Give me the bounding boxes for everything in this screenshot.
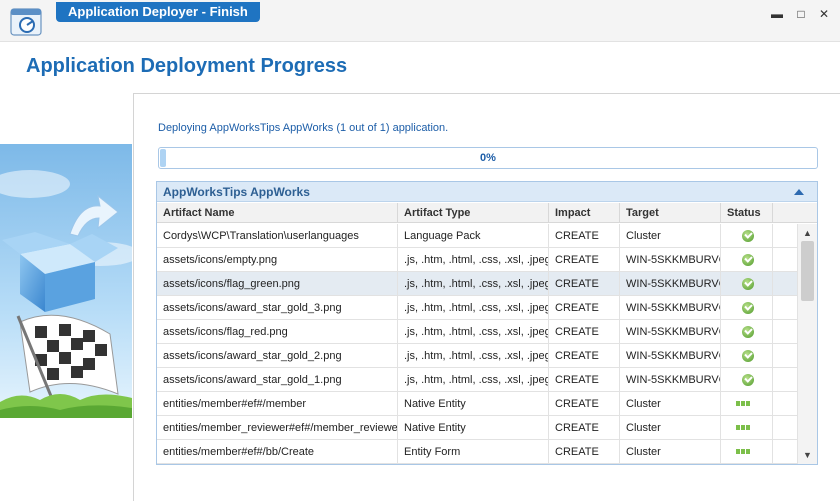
deployment-progress-bar: 0% xyxy=(158,147,818,169)
check-circle-icon xyxy=(742,230,754,242)
artifact-name-cell: assets/icons/flag_green.png xyxy=(157,272,398,296)
table-row[interactable]: assets/icons/empty.png .js, .htm, .html, … xyxy=(157,248,797,272)
target-cell: WIN-5SKKMBURVO xyxy=(620,296,721,320)
table-row[interactable]: assets/icons/flag_red.png .js, .htm, .htm… xyxy=(157,320,797,344)
check-circle-icon xyxy=(742,350,754,362)
minimize-button[interactable]: ▬ xyxy=(770,7,784,21)
status-cell xyxy=(721,440,773,464)
target-cell: WIN-5SKKMBURVO xyxy=(620,368,721,392)
table-row[interactable]: assets/icons/award_star_gold_3.png .js, .… xyxy=(157,296,797,320)
progress-bars-icon xyxy=(736,449,750,454)
close-button[interactable]: ✕ xyxy=(817,7,831,21)
target-cell: WIN-5SKKMBURVO xyxy=(620,248,721,272)
deployment-status-message: Deploying AppWorksTips AppWorks (1 out o… xyxy=(158,122,449,134)
artifact-type-cell: Native Entity xyxy=(398,416,549,440)
window-title: Application Deployer - Finish xyxy=(56,2,260,22)
artifact-name-cell: Cordys\WCP\Translation\userlanguages xyxy=(157,224,398,248)
deploy-box-flag-illustration xyxy=(0,144,132,418)
status-cell xyxy=(721,248,773,272)
artifact-name-cell: entities/member_reviewer#ef#/member_revi… xyxy=(157,416,398,440)
impact-cell: CREATE xyxy=(549,320,620,344)
table-row[interactable]: assets/icons/award_star_gold_2.png .js, .… xyxy=(157,344,797,368)
target-cell: Cluster xyxy=(620,440,721,464)
impact-cell: CREATE xyxy=(549,248,620,272)
impact-cell: CREATE xyxy=(549,392,620,416)
target-cell: WIN-5SKKMBURVO xyxy=(620,272,721,296)
column-header-artifact-type[interactable]: Artifact Type xyxy=(398,203,549,223)
artifact-name-cell: assets/icons/flag_red.png xyxy=(157,320,398,344)
column-header-impact[interactable]: Impact xyxy=(549,203,620,223)
status-cell xyxy=(721,296,773,320)
impact-cell: CREATE xyxy=(549,224,620,248)
artifact-name-cell: assets/icons/empty.png xyxy=(157,248,398,272)
panel-header[interactable]: AppWorksTips AppWorks xyxy=(157,182,817,202)
table-row[interactable]: assets/icons/flag_green.png .js, .htm, .h… xyxy=(157,272,797,296)
target-cell: WIN-5SKKMBURVO xyxy=(620,320,721,344)
table-row[interactable]: entities/member#ef#/member Native Entity C… xyxy=(157,392,797,416)
scroll-up-arrow-icon[interactable]: ▲ xyxy=(798,226,817,240)
artifact-type-cell: .js, .htm, .html, .css, .xsl, .jpeg xyxy=(398,320,549,344)
table-row[interactable]: entities/member_reviewer#ef#/member_revi… xyxy=(157,416,797,440)
deployer-app-icon xyxy=(10,8,42,36)
progress-bars-icon xyxy=(736,401,750,406)
page-header: Application Deployment Progress xyxy=(0,42,840,94)
artifact-type-cell: .js, .htm, .html, .css, .xsl, .jpeg xyxy=(398,296,549,320)
column-header-target[interactable]: Target xyxy=(620,203,721,223)
application-panel: AppWorksTips AppWorks Artifact Name Arti… xyxy=(156,181,818,465)
status-cell xyxy=(721,272,773,296)
impact-cell: CREATE xyxy=(549,344,620,368)
table-scrollbar[interactable]: ▲ ▼ xyxy=(797,224,817,464)
target-cell: Cluster xyxy=(620,416,721,440)
maximize-button[interactable]: □ xyxy=(794,7,808,21)
panel-title: AppWorksTips AppWorks xyxy=(163,185,310,199)
check-circle-icon xyxy=(742,374,754,386)
progress-label: 0% xyxy=(480,152,496,164)
status-cell xyxy=(721,368,773,392)
impact-cell: CREATE xyxy=(549,440,620,464)
check-circle-icon xyxy=(742,326,754,338)
artifact-name-cell: assets/icons/award_star_gold_3.png xyxy=(157,296,398,320)
table-row[interactable]: Cordys\WCP\Translation\userlanguages Lang… xyxy=(157,224,797,248)
artifact-type-cell: .js, .htm, .html, .css, .xsl, .jpeg xyxy=(398,344,549,368)
artifact-name-cell: assets/icons/award_star_gold_2.png xyxy=(157,344,398,368)
main-content: Deploying AppWorksTips AppWorks (1 out o… xyxy=(133,93,840,501)
page-title: Application Deployment Progress xyxy=(26,55,348,77)
target-cell: WIN-5SKKMBURVO xyxy=(620,344,721,368)
artifact-name-cell: assets/icons/award_star_gold_1.png xyxy=(157,368,398,392)
impact-cell: CREATE xyxy=(549,368,620,392)
table-row[interactable]: assets/icons/award_star_gold_1.png .js, .… xyxy=(157,368,797,392)
artifact-type-cell: .js, .htm, .html, .css, .xsl, .jpeg xyxy=(398,272,549,296)
column-header-artifact-name[interactable]: Artifact Name xyxy=(157,203,398,223)
status-cell xyxy=(721,416,773,440)
table-header: Artifact Name Artifact Type Impact Targe… xyxy=(157,203,817,223)
artifact-type-cell: Language Pack xyxy=(398,224,549,248)
chevron-up-icon[interactable] xyxy=(793,186,805,198)
artifact-type-cell: .js, .htm, .html, .css, .xsl, .jpeg xyxy=(398,368,549,392)
check-circle-icon xyxy=(742,278,754,290)
artifact-type-cell: Native Entity xyxy=(398,392,549,416)
scroll-thumb[interactable] xyxy=(801,241,814,301)
title-bar: Application Deployer - Finish ▬ □ ✕ xyxy=(0,0,840,42)
artifact-name-cell: entities/member#ef#/member xyxy=(157,392,398,416)
impact-cell: CREATE xyxy=(549,296,620,320)
artifact-name-cell: entities/member#ef#/bb/Create xyxy=(157,440,398,464)
scroll-down-arrow-icon[interactable]: ▼ xyxy=(798,448,817,462)
status-cell xyxy=(721,392,773,416)
artifact-type-cell: .js, .htm, .html, .css, .xsl, .jpeg xyxy=(398,248,549,272)
artifact-type-cell: Entity Form xyxy=(398,440,549,464)
table-row[interactable]: entities/member#ef#/bb/Create Entity Form… xyxy=(157,440,797,464)
impact-cell: CREATE xyxy=(549,272,620,296)
status-cell xyxy=(721,320,773,344)
status-cell xyxy=(721,224,773,248)
target-cell: Cluster xyxy=(620,392,721,416)
impact-cell: CREATE xyxy=(549,416,620,440)
progress-bars-icon xyxy=(736,425,750,430)
target-cell: Cluster xyxy=(620,224,721,248)
status-cell xyxy=(721,344,773,368)
artifact-table-body: Cordys\WCP\Translation\userlanguages Lang… xyxy=(157,224,797,464)
check-circle-icon xyxy=(742,302,754,314)
column-header-status[interactable]: Status xyxy=(721,203,773,223)
check-circle-icon xyxy=(742,254,754,266)
